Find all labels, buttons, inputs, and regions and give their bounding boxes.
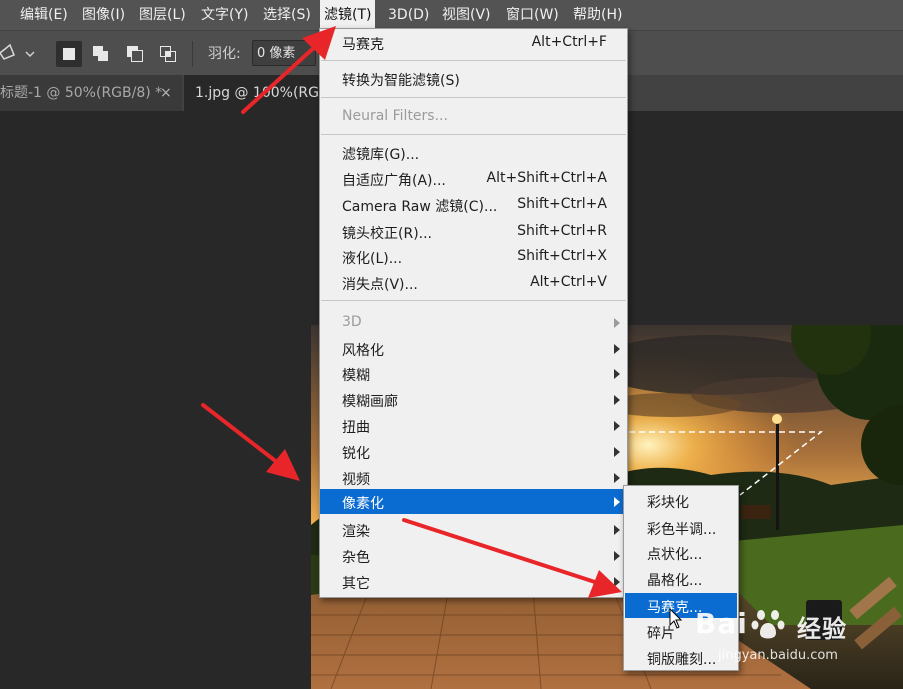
menu-item-video[interactable]: 视频 xyxy=(320,465,627,490)
document-tab-label: 标题-1 @ 50%(RGB/8) * xyxy=(0,85,163,101)
lasso-tool-icon[interactable] xyxy=(0,41,20,65)
menu-item-sharpen[interactable]: 锐化 xyxy=(320,439,627,464)
menu-item-vanishing-point[interactable]: 消失点(V)... Alt+Ctrl+V xyxy=(320,270,627,295)
menu-type[interactable]: 文字(Y) xyxy=(201,0,248,30)
baidu-watermark: Bai 经验 xyxy=(695,607,847,643)
submenu-arrow-icon xyxy=(614,577,620,587)
menu-item-filter-gallery[interactable]: 滤镜库(G)... xyxy=(320,140,627,165)
menu-item-render[interactable]: 渲染 xyxy=(320,517,627,542)
menu-separator xyxy=(321,134,626,135)
menu-bar: 编辑(E) 图像(I) 图层(L) 文字(Y) 选择(S) 滤镜(T) 3D(D… xyxy=(0,0,903,30)
menu-filter[interactable]: 滤镜(T) xyxy=(320,0,376,30)
subtract-from-selection-button[interactable] xyxy=(122,41,148,67)
menu-image[interactable]: 图像(I) xyxy=(82,0,125,30)
menu-item-blur[interactable]: 模糊 xyxy=(320,361,627,386)
document-tab-label: 1.jpg @ 100%(RGB xyxy=(195,85,324,101)
menu-item-adaptive-wide-angle[interactable]: 自适应广角(A)... Alt+Shift+Ctrl+A xyxy=(320,166,627,191)
options-divider xyxy=(192,41,193,67)
menu-item-3d: 3D xyxy=(320,310,627,335)
menu-edit[interactable]: 编辑(E) xyxy=(20,0,68,30)
add-to-selection-button[interactable] xyxy=(88,41,114,67)
new-selection-button[interactable] xyxy=(56,41,82,67)
menu-item-other[interactable]: 其它 xyxy=(320,569,627,594)
new-selection-icon xyxy=(63,48,75,60)
menu-item-noise[interactable]: 杂色 xyxy=(320,543,627,568)
submenu-arrow-icon xyxy=(614,497,620,507)
submenu-arrow-icon xyxy=(614,421,620,431)
menu-item-stylize[interactable]: 风格化 xyxy=(320,336,627,361)
submenu-item-color-halftone[interactable]: 彩色半调... xyxy=(625,515,737,540)
submenu-item-facet[interactable]: 彩块化 xyxy=(625,488,737,513)
menu-item-distort[interactable]: 扭曲 xyxy=(320,413,627,438)
menu-item-convert-smart-filters[interactable]: 转换为智能滤镜(S) xyxy=(320,66,627,91)
feather-label: 羽化: xyxy=(208,46,241,62)
menu-separator xyxy=(321,97,626,98)
submenu-arrow-icon xyxy=(614,344,620,354)
filter-menu: 马赛克 Alt+Ctrl+F 转换为智能滤镜(S) Neural Filters.… xyxy=(319,28,628,598)
menu-view[interactable]: 视图(V) xyxy=(442,0,491,30)
paw-logo-icon xyxy=(750,605,790,645)
submenu-arrow-icon xyxy=(614,447,620,457)
submenu-arrow-icon xyxy=(614,551,620,561)
feather-input[interactable]: 0 像素 xyxy=(252,40,316,66)
menu-item-blur-gallery[interactable]: 模糊画廊 xyxy=(320,387,627,412)
menu-item-last-filter-mosaic[interactable]: 马赛克 Alt+Ctrl+F xyxy=(320,30,627,55)
intersect-selection-button[interactable] xyxy=(155,41,181,67)
menu-separator xyxy=(321,60,626,61)
submenu-item-pointillize[interactable]: 点状化... xyxy=(625,540,737,565)
document-tab-untitled[interactable]: 标题-1 @ 50%(RGB/8) * × xyxy=(0,75,182,111)
menu-item-camera-raw[interactable]: Camera Raw 滤镜(C)... Shift+Ctrl+A xyxy=(320,192,627,217)
submenu-item-crystallize[interactable]: 晶格化... xyxy=(625,566,737,591)
menu-item-pixelate[interactable]: 像素化 xyxy=(320,489,627,514)
submenu-arrow-icon xyxy=(614,318,620,328)
document-tab-1jpg[interactable]: 1.jpg @ 100%(RGB xyxy=(184,75,324,111)
submenu-arrow-icon xyxy=(614,473,620,483)
menu-3d[interactable]: 3D(D) xyxy=(388,0,429,30)
menu-layer[interactable]: 图层(L) xyxy=(139,0,186,30)
close-tab-icon[interactable]: × xyxy=(160,75,172,111)
menu-separator xyxy=(321,300,626,301)
submenu-arrow-icon xyxy=(614,395,620,405)
menu-help[interactable]: 帮助(H) xyxy=(573,0,622,30)
menu-item-lens-correction[interactable]: 镜头校正(R)... Shift+Ctrl+R xyxy=(320,219,627,244)
baidu-watermark-url: jingyan.baidu.com xyxy=(718,648,838,663)
submenu-arrow-icon xyxy=(614,369,620,379)
menu-window[interactable]: 窗口(W) xyxy=(506,0,559,30)
submenu-arrow-icon xyxy=(614,525,620,535)
menu-item-neural-filters: Neural Filters... xyxy=(342,108,448,124)
mouse-cursor-icon xyxy=(668,607,684,630)
tool-preset-chevron-down-icon[interactable] xyxy=(24,47,36,58)
pixelate-submenu: 彩块化 彩色半调... 点状化... 晶格化... 马赛克... 碎片 铜版雕刻… xyxy=(623,485,739,671)
menu-item-liquify[interactable]: 液化(L)... Shift+Ctrl+X xyxy=(320,244,627,269)
menu-select[interactable]: 选择(S) xyxy=(263,0,311,30)
